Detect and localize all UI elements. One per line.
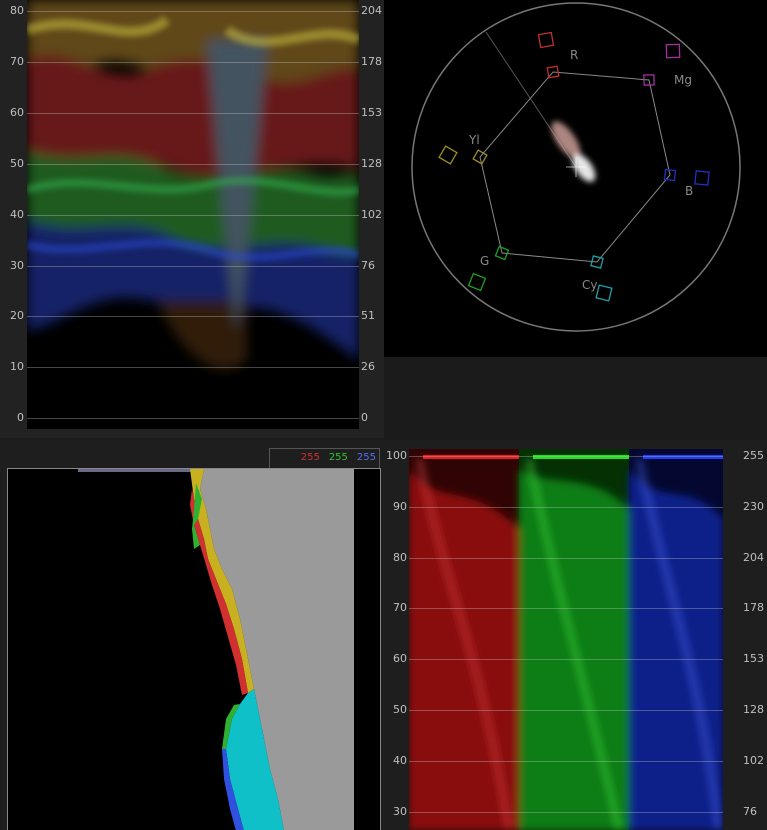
axis-tick-label: 30 <box>10 258 24 272</box>
axis-tick-label: 90 <box>393 499 407 513</box>
vectorscope-target-box <box>438 145 458 165</box>
histogram-graph <box>78 469 354 830</box>
histogram-legend: 255 255 255 <box>269 448 380 470</box>
gridline <box>27 163 359 165</box>
histogram-plot <box>7 468 381 830</box>
gridline <box>27 61 359 63</box>
legend-blue-value: 255 <box>356 452 376 463</box>
gridline <box>409 659 723 661</box>
axis-tick-label: 20 <box>10 309 24 323</box>
histogram[interactable]: 255 255 255 <box>0 440 384 830</box>
vectorscope-target-label: Mg <box>674 73 692 87</box>
vectorscope[interactable]: R Mg B Cy G Yl <box>384 0 767 357</box>
axis-tick-label: 204 <box>361 4 382 17</box>
gridline <box>27 112 359 114</box>
waveform-scope[interactable]: 80 70 60 50 40 30 20 10 0 204 178 153 128 102 76 5 <box>0 0 384 438</box>
rgb-parade[interactable]: 100 90 80 70 60 50 40 30 255 230 204 178 153 128 102 7… <box>384 440 767 830</box>
vectorscope-target-label: B <box>685 184 694 198</box>
gridline <box>27 214 359 216</box>
axis-tick-label: 76 <box>743 804 757 818</box>
parade-plot[interactable] <box>409 449 723 830</box>
axis-tick-label: 128 <box>743 703 764 716</box>
axis-tick-label: 70 <box>10 54 24 68</box>
axis-tick-label: 153 <box>361 105 382 119</box>
vectorscope-target-label: R <box>570 48 579 62</box>
gridline <box>27 418 359 420</box>
axis-tick-label: 204 <box>743 550 764 564</box>
axis-tick-label: 80 <box>10 4 24 17</box>
vectorscope-target-label: G <box>480 254 490 268</box>
axis-tick-label: 102 <box>743 753 764 767</box>
vectorscope-target-box <box>467 272 487 292</box>
gridline <box>27 316 359 318</box>
gridline <box>409 760 723 762</box>
axis-tick-label: 10 <box>10 360 24 374</box>
axis-tick-label: 0 <box>17 411 24 425</box>
axis-tick-label: 60 <box>10 105 24 119</box>
gridline <box>27 11 359 12</box>
axis-tick-label: 40 <box>10 207 24 221</box>
axis-tick-label: 70 <box>393 601 407 615</box>
gridline <box>409 811 723 813</box>
gridline <box>409 506 723 508</box>
axis-tick-label: 50 <box>393 703 407 716</box>
gridline <box>409 456 723 457</box>
waveform-gridlines <box>27 0 359 429</box>
axis-tick-label: 153 <box>743 652 764 666</box>
vectorscope-target-box <box>595 284 613 302</box>
parade-gridlines <box>409 449 723 830</box>
gridline <box>409 557 723 559</box>
axis-tick-label: 30 <box>393 804 407 818</box>
axis-tick-label: 51 <box>361 309 375 323</box>
legend-green-value: 255 <box>328 452 348 463</box>
axis-tick-label: 0 <box>361 411 368 425</box>
axis-tick-label: 178 <box>743 601 764 615</box>
axis-tick-label: 128 <box>361 156 382 170</box>
axis-tick-label: 76 <box>361 258 375 272</box>
waveform-plot[interactable] <box>27 0 359 429</box>
vectorscope-target-label: Cy <box>582 278 598 292</box>
axis-tick-label: 255 <box>743 449 764 462</box>
vectorscope-target-box <box>694 170 710 186</box>
gridline <box>409 608 723 610</box>
axis-tick-label: 80 <box>393 550 407 564</box>
vectorscope-target-label: Yl <box>469 133 480 147</box>
axis-tick-label: 100 <box>386 449 407 462</box>
gridline <box>409 710 723 711</box>
axis-tick-label: 50 <box>10 156 24 170</box>
axis-tick-label: 60 <box>393 652 407 666</box>
axis-tick-label: 26 <box>361 360 375 374</box>
legend-red-value: 255 <box>300 452 320 463</box>
vectorscope-target-box <box>537 31 555 49</box>
axis-tick-label: 230 <box>743 499 764 513</box>
axis-tick-label: 102 <box>361 207 382 221</box>
vectorscope-target-box <box>665 43 681 59</box>
gridline <box>27 265 359 267</box>
axis-tick-label: 40 <box>393 753 407 767</box>
gridline <box>27 367 359 369</box>
axis-tick-label: 178 <box>361 54 382 68</box>
